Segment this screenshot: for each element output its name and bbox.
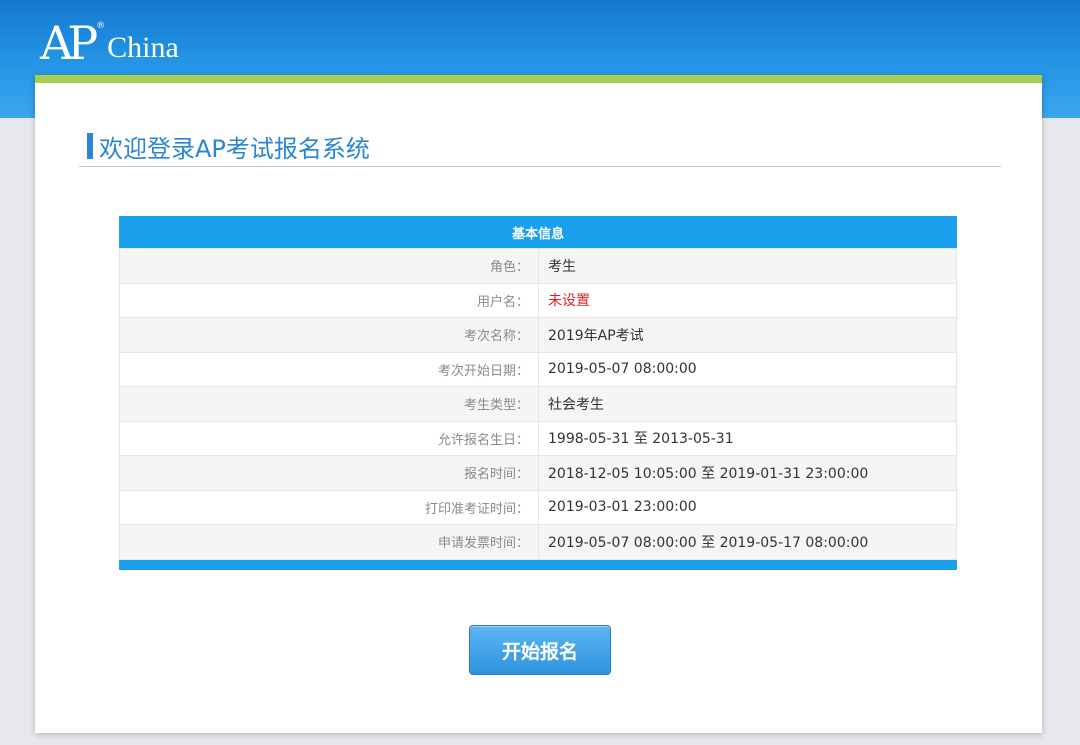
row-label-exam-start-date: 考次开始日期： [119,351,539,387]
basic-info-heading: 基本信息 [119,216,957,248]
table-row: 角色： 考生 [119,248,957,284]
row-value-allowed-birthdate: 1998-05-31 至 2013-05-31 [538,420,957,456]
ap-china-logo: AP ® China [40,20,179,66]
table-row: 考次开始日期： 2019-05-07 08:00:00 [119,351,957,387]
basic-info-panel: 基本信息 角色： 考生 用户名： 未设置 考次名称： 2019年AP考试 考次开… [119,216,957,570]
table-row: 考生类型： 社会考生 [119,386,957,422]
row-label-registration-period: 报名时间： [119,455,539,491]
logo-registered-mark: ® [96,21,106,31]
table-row: 用户名： 未设置 [119,282,957,318]
main-card: 欢迎登录AP考试报名系统 基本信息 角色： 考生 用户名： 未设置 考次名称： … [35,75,1042,733]
page-title: 欢迎登录AP考试报名系统 [87,129,370,163]
table-row: 允许报名生日： 1998-05-31 至 2013-05-31 [119,420,957,456]
table-row: 报名时间： 2018-12-05 10:05:00 至 2019-01-31 2… [119,455,957,491]
row-label-invoice-period: 申请发票时间： [119,524,539,560]
row-value-exam-start-date: 2019-05-07 08:00:00 [538,351,957,387]
row-value-role: 考生 [538,248,957,284]
logo-china-text: China [107,31,179,64]
title-divider [79,166,1001,167]
row-value-registration-period: 2018-12-05 10:05:00 至 2019-01-31 23:00:0… [538,455,957,491]
row-label-allowed-birthdate: 允许报名生日： [119,420,539,456]
row-label-candidate-type: 考生类型： [119,386,539,422]
row-label-exam-name: 考次名称： [119,317,539,353]
basic-info-table: 角色： 考生 用户名： 未设置 考次名称： 2019年AP考试 考次开始日期： … [119,248,957,560]
row-value-invoice-period: 2019-05-07 08:00:00 至 2019-05-17 08:00:0… [538,524,957,560]
page-title-text: 欢迎登录AP考试报名系统 [99,134,370,163]
table-row: 打印准考证时间： 2019-03-01 23:00:00 [119,489,957,525]
row-value-candidate-type: 社会考生 [538,386,957,422]
row-value-exam-name: 2019年AP考试 [538,317,957,353]
row-label-admission-print-time: 打印准考证时间： [119,489,539,525]
logo-ap-text: AP [40,16,98,70]
basic-info-footer-bar [119,559,957,570]
title-accent-bar [87,133,93,159]
row-label-username: 用户名： [119,282,539,318]
row-value-username: 未设置 [538,282,957,318]
table-row: 考次名称： 2019年AP考试 [119,317,957,353]
table-row: 申请发票时间： 2019-05-07 08:00:00 至 2019-05-17… [119,524,957,560]
row-value-admission-print-time: 2019-03-01 23:00:00 [538,489,957,525]
start-registration-button[interactable]: 开始报名 [469,625,611,675]
row-label-role: 角色： [119,248,539,284]
